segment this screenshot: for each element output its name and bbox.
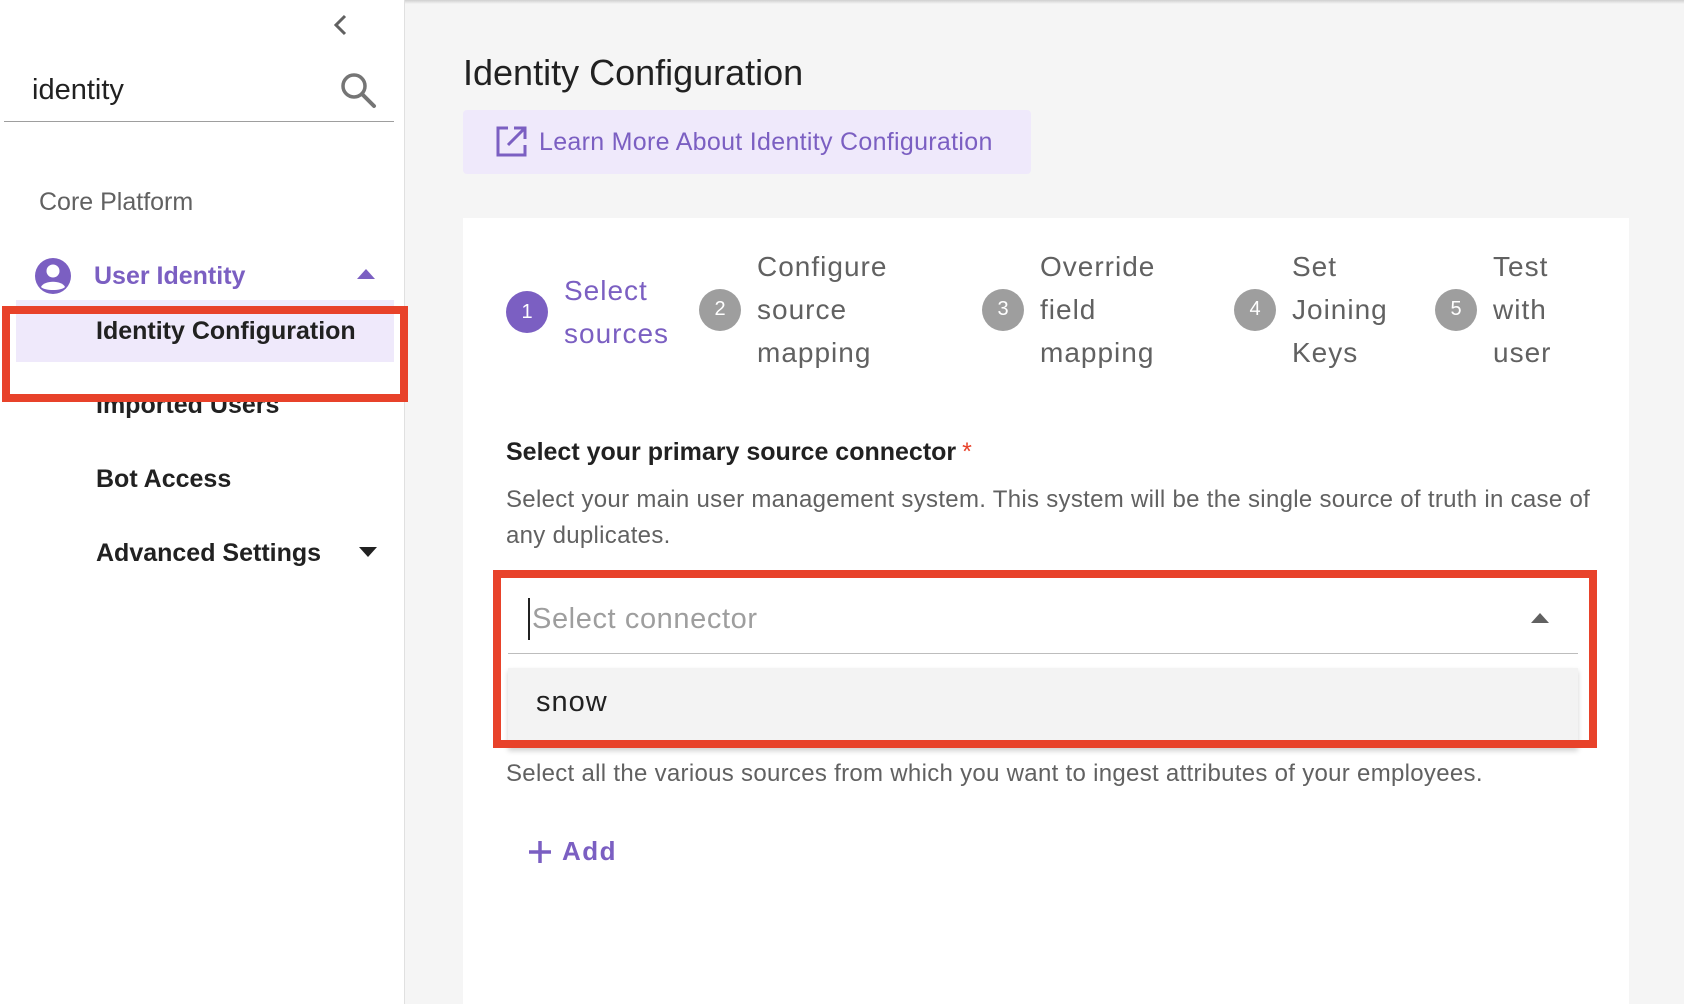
plus-icon <box>529 840 551 863</box>
step-number: 2 <box>699 288 741 331</box>
required-mark: * <box>962 438 972 466</box>
chevron-left-icon <box>333 14 347 36</box>
account-circle-icon <box>35 258 71 294</box>
open-in-new-icon <box>496 126 527 157</box>
step-label: Select sources <box>564 275 670 349</box>
learn-more-button[interactable]: Learn More About Identity Configuration <box>463 110 1031 174</box>
nav-group-label: User Identity <box>94 261 246 290</box>
sidebar-item-label: Identity Configuration <box>96 316 356 345</box>
connector-option-snow[interactable]: snow <box>536 686 608 719</box>
sidebar-item-imported-users[interactable]: Imported Users <box>0 374 404 436</box>
primary-connector-help: Select your main user management system.… <box>506 486 1591 549</box>
sidebar-search <box>4 60 394 122</box>
sidebar-item-label: Bot Access <box>96 464 232 493</box>
connector-select[interactable] <box>508 584 1578 654</box>
nav-group-user-identity[interactable]: User Identity <box>34 252 384 300</box>
connector-select-input[interactable] <box>528 598 1488 640</box>
learn-more-label: Learn More About Identity Configuration <box>539 127 993 156</box>
page-title: Identity Configuration <box>463 52 804 93</box>
caret-up-icon <box>357 269 375 279</box>
sidebar: Core Platform User Identity Identity Con… <box>0 0 405 1004</box>
step-select-sources[interactable]: 1 Select sources <box>506 269 669 355</box>
primary-connector-label: Select your primary source connector * <box>506 438 972 466</box>
step-number: 1 <box>506 291 548 333</box>
sidebar-item-advanced-settings[interactable]: Advanced Settings <box>0 522 404 584</box>
app-window: Core Platform User Identity Identity Con… <box>0 0 1684 1004</box>
step-number: 4 <box>1234 288 1276 331</box>
sidebar-item-label: Imported Users <box>96 390 280 419</box>
add-label: Add <box>562 836 618 866</box>
sidebar-item-bot-access[interactable]: Bot Access <box>0 448 404 510</box>
sidebar-item-label: Advanced Settings <box>96 538 322 567</box>
step-number: 3 <box>982 288 1024 331</box>
step-label: Test with user <box>1493 251 1552 368</box>
step-label: Configure source mapping <box>757 251 888 368</box>
caret-up-icon[interactable] <box>1530 612 1550 624</box>
search-icon[interactable] <box>338 70 378 110</box>
search-input[interactable] <box>32 70 332 110</box>
add-source-button[interactable]: Add <box>526 836 617 867</box>
step-label: Override field mapping <box>1040 251 1156 368</box>
step-label: Set Joining Keys <box>1292 251 1388 368</box>
sources-help-text: Select all the various sources from whic… <box>506 760 1483 787</box>
caret-down-icon <box>359 547 377 557</box>
step-configure-source-mapping[interactable]: 2 Configure source mapping <box>699 245 887 374</box>
sidebar-item-identity-configuration[interactable]: Identity Configuration <box>16 300 394 362</box>
section-title-core-platform: Core Platform <box>39 188 194 216</box>
step-test-with-user[interactable]: 5 Test with user <box>1435 245 1551 374</box>
step-override-field-mapping[interactable]: 3 Override field mapping <box>982 245 1155 374</box>
step-set-joining-keys[interactable]: 4 Set Joining Keys <box>1234 245 1388 374</box>
step-number: 5 <box>1435 288 1477 331</box>
collapse-sidebar-button[interactable] <box>326 10 356 40</box>
connector-dropdown-menu: snow <box>508 668 1578 748</box>
